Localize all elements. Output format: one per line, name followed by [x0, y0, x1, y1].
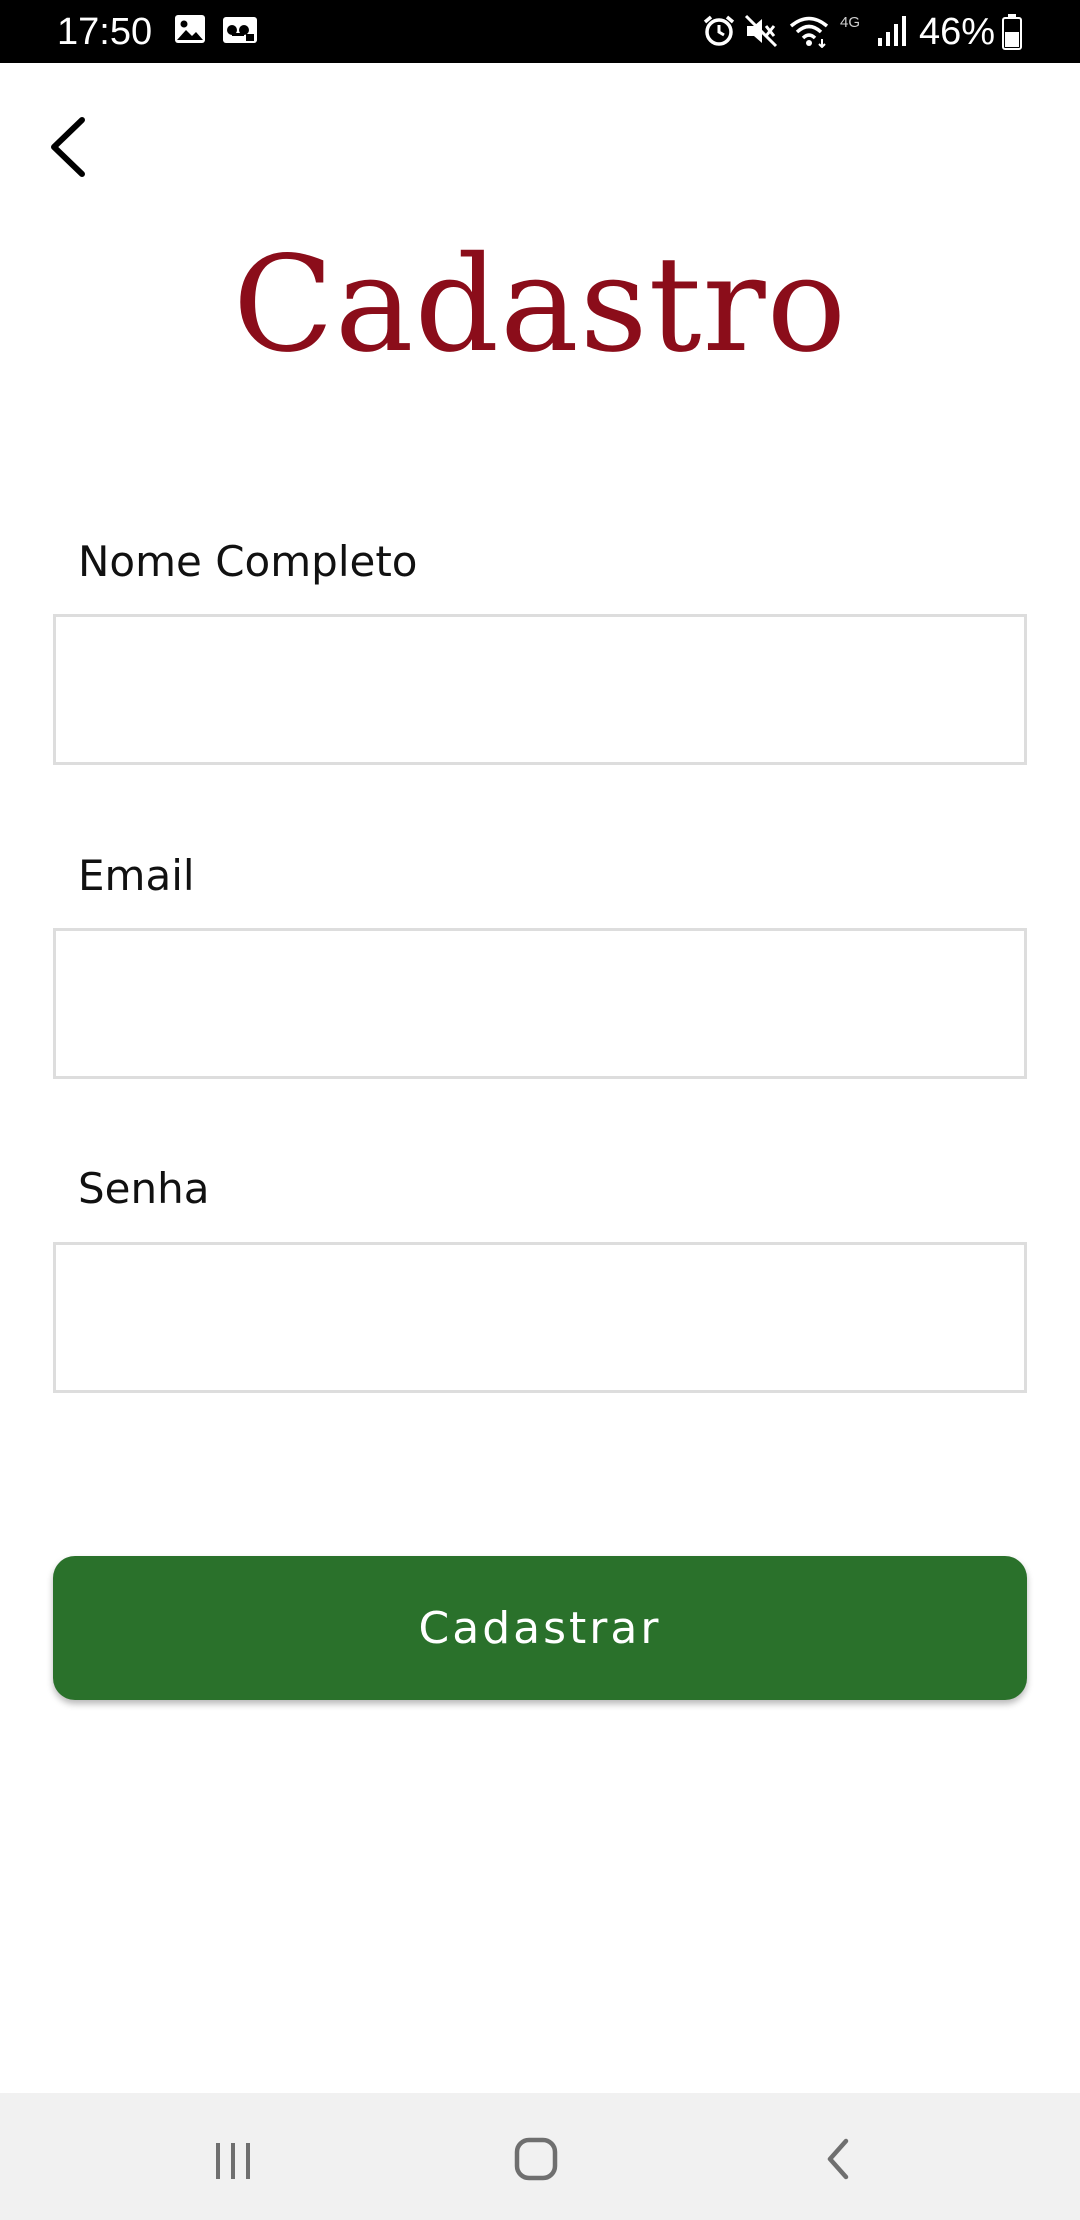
status-bar: 17:50 4G 46%: [0, 0, 1080, 63]
full-name-label: Nome Completo: [78, 537, 418, 586]
status-time: 17:50: [57, 11, 153, 53]
full-name-input[interactable]: [53, 614, 1027, 765]
battery-icon: [1002, 14, 1022, 50]
password-input[interactable]: [53, 1242, 1027, 1393]
home-icon[interactable]: [486, 2113, 586, 2203]
recent-apps-icon[interactable]: [183, 2113, 283, 2203]
signal-icon: [878, 16, 906, 46]
back-icon[interactable]: [788, 2113, 888, 2203]
wifi-icon: [789, 16, 829, 48]
battery-percent: 46%: [919, 11, 996, 53]
back-button[interactable]: [40, 112, 100, 182]
mute-icon: [744, 14, 778, 48]
password-label: Senha: [78, 1164, 210, 1213]
register-button[interactable]: Cadastrar: [53, 1556, 1027, 1700]
chevron-left-icon: [51, 117, 85, 177]
voicemail-icon: [223, 17, 257, 43]
alarm-icon: [703, 15, 735, 46]
network-type: 4G: [840, 14, 861, 31]
email-label: Email: [78, 851, 195, 900]
email-input[interactable]: [53, 928, 1027, 1079]
gallery-icon: [175, 15, 205, 43]
page-title: Cadastro: [232, 228, 848, 382]
signup-screen: 17:50 4G 46% Cadastro Nome Completo Emai…: [0, 0, 1080, 2220]
navigation-bar: [0, 2093, 1080, 2220]
